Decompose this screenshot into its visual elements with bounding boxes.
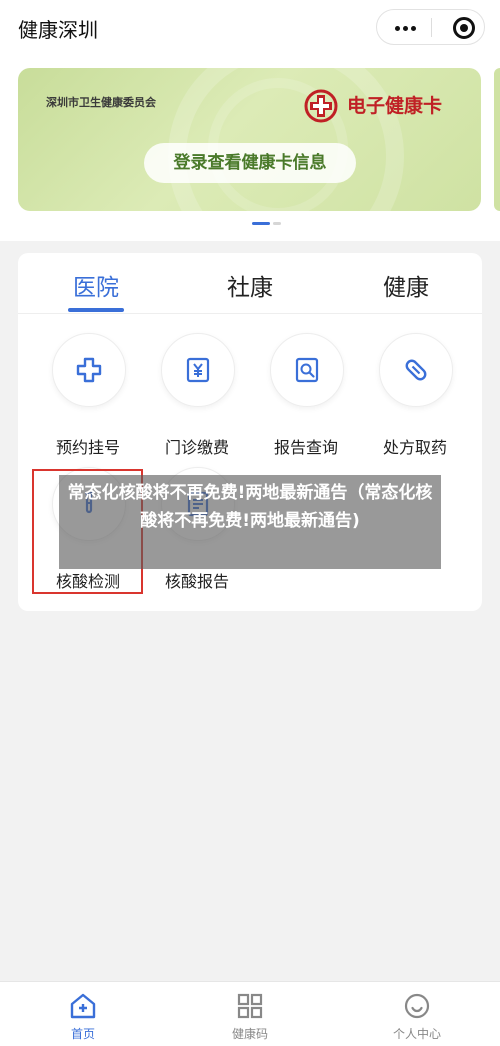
login-view-card-button[interactable]: 登录查看健康卡信息 [144, 143, 356, 183]
tab-community-health[interactable]: 社康 [205, 268, 295, 302]
smile-user-icon [404, 993, 430, 1019]
target-circle-icon[interactable] [453, 17, 475, 39]
next-banner-peek [494, 68, 500, 211]
health-cross-logo-icon [304, 89, 338, 123]
service-icon-circle [270, 333, 344, 407]
pill-icon [405, 359, 427, 381]
report-search-icon [295, 357, 319, 383]
nav-profile-label: 个人中心 [392, 1027, 441, 1041]
capsule-divider [431, 18, 432, 37]
health-card-banner[interactable]: 深圳市卫生健康委员会 电子健康卡 登录查看健康卡信息 [18, 68, 481, 211]
banner-carousel: 深圳市卫生健康委员会 电子健康卡 登录查看健康卡信息 [0, 58, 500, 241]
plus-cross-icon [76, 357, 102, 383]
yen-receipt-icon [186, 357, 210, 383]
nav-health-code[interactable]: 健康码 [200, 992, 300, 1042]
service-label: 处方取药 [382, 438, 447, 457]
service-icon-circle [379, 333, 453, 407]
service-icon-circle [161, 333, 235, 407]
service-label: 报告查询 [273, 438, 338, 457]
service-label: 门诊缴费 [164, 438, 229, 457]
nav-home[interactable]: 首页 [33, 992, 133, 1042]
tab-health[interactable]: 健康 [361, 268, 451, 302]
tab-hospital[interactable]: 医院 [51, 268, 141, 302]
home-plus-icon [70, 993, 96, 1019]
news-caption-overlay: 常态化核酸将不再免费!两地最新通告（常态化核酸将不再免费!两地最新通告) [59, 475, 441, 569]
banner-org-name: 深圳市卫生健康委员会 [46, 96, 156, 109]
tab-active-underline [68, 308, 124, 312]
bottom-nav: 首页 健康码 个人中心 [0, 981, 500, 1046]
nav-health-code-label: 健康码 [231, 1027, 268, 1041]
news-caption-text: 常态化核酸将不再免费!两地最新通告（常态化核酸将不再免费!两地最新通告) [67, 483, 433, 531]
more-dots-icon[interactable] [395, 26, 417, 32]
service-label: 预约挂号 [55, 438, 120, 457]
menu-capsule [376, 9, 485, 45]
top-bar: 健康深圳 [0, 0, 500, 58]
app-title: 健康深圳 [18, 18, 98, 42]
qr-grid-icon [237, 993, 263, 1019]
health-card-title: 电子健康卡 [347, 95, 443, 117]
service-label: 核酸报告 [164, 572, 229, 591]
service-icon-circle [52, 333, 126, 407]
nav-home-label: 首页 [70, 1027, 95, 1041]
nav-profile[interactable]: 个人中心 [367, 992, 467, 1042]
service-tabs: 医院 社康 健康 [18, 253, 482, 314]
